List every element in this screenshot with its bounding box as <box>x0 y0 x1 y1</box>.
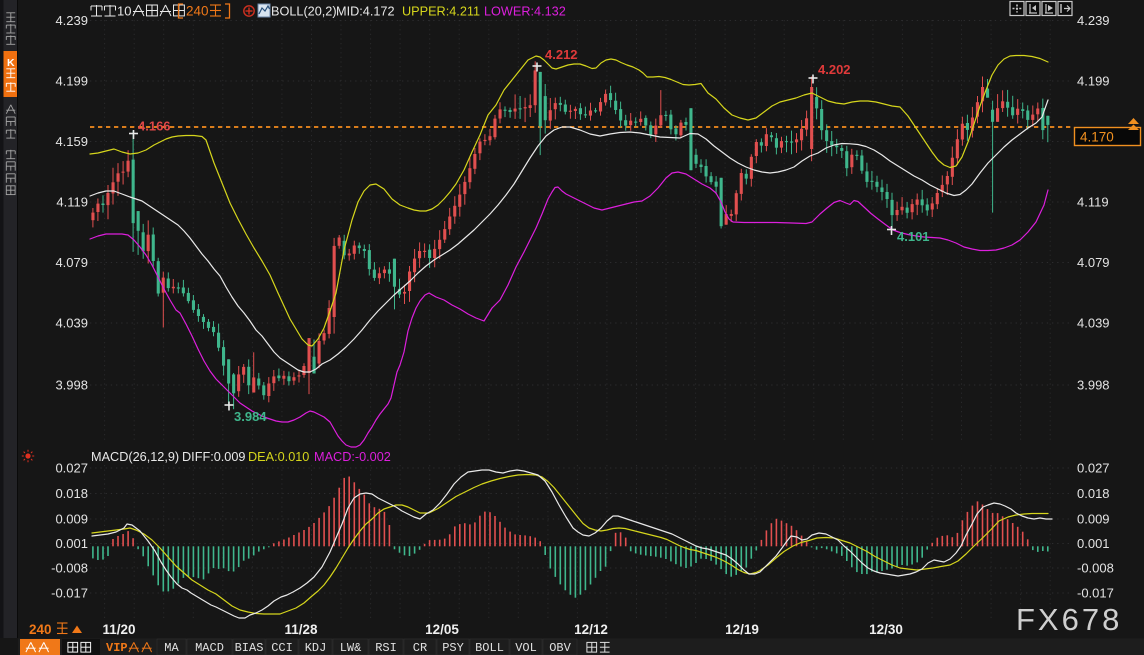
svg-text:3.998: 3.998 <box>1077 378 1110 393</box>
svg-text:11/20: 11/20 <box>102 622 135 637</box>
svg-text:UPPER:4.211: UPPER:4.211 <box>402 5 480 19</box>
svg-text:0.018: 0.018 <box>55 486 88 501</box>
svg-text:MACD: MACD <box>195 641 224 655</box>
svg-text:12/05: 12/05 <box>425 622 459 637</box>
svg-text:K: K <box>7 57 15 69</box>
svg-text:4.079: 4.079 <box>55 255 88 270</box>
svg-text:OBV: OBV <box>549 641 571 655</box>
svg-text:11/28: 11/28 <box>284 622 318 637</box>
svg-text:0.018: 0.018 <box>1077 486 1110 501</box>
svg-text:4.159: 4.159 <box>55 134 88 149</box>
svg-text:4.239: 4.239 <box>1077 13 1110 28</box>
svg-text:4.199: 4.199 <box>1077 74 1110 89</box>
svg-text:4.239: 4.239 <box>55 13 88 28</box>
svg-text:FX678: FX678 <box>1016 602 1122 637</box>
svg-text:BIAS: BIAS <box>235 641 264 655</box>
svg-text:PSY: PSY <box>442 641 464 655</box>
svg-text:4.119: 4.119 <box>1077 195 1109 210</box>
svg-text:3.998: 3.998 <box>55 378 88 393</box>
svg-text:0.001: 0.001 <box>1077 536 1110 551</box>
svg-text:LW&: LW& <box>340 641 362 655</box>
svg-text:CR: CR <box>413 641 427 655</box>
svg-text:0.027: 0.027 <box>55 461 88 476</box>
svg-text:-0.017: -0.017 <box>51 586 88 601</box>
svg-text:KDJ: KDJ <box>305 641 327 655</box>
svg-text:10: 10 <box>117 4 131 19</box>
svg-text:DIFF:0.009: DIFF:0.009 <box>182 450 245 464</box>
svg-text:VIP: VIP <box>106 641 128 655</box>
svg-text:4.199: 4.199 <box>55 74 88 89</box>
svg-text:240: 240 <box>29 622 52 637</box>
svg-text:BOLL: BOLL <box>475 641 504 655</box>
svg-text:12/19: 12/19 <box>725 622 759 637</box>
svg-text:240: 240 <box>186 4 209 19</box>
svg-text:LOWER:4.132: LOWER:4.132 <box>484 5 566 19</box>
svg-text:0.009: 0.009 <box>55 512 88 527</box>
svg-text:4.039: 4.039 <box>55 316 88 331</box>
svg-text:CCI: CCI <box>271 641 293 655</box>
svg-text:4.079: 4.079 <box>1077 255 1110 270</box>
svg-text:RSI: RSI <box>375 641 397 655</box>
svg-text:-0.017: -0.017 <box>1077 586 1114 601</box>
svg-text:12/30: 12/30 <box>869 622 903 637</box>
svg-text:VOL: VOL <box>515 641 537 655</box>
svg-text:MACD:-0.002: MACD:-0.002 <box>314 450 391 464</box>
svg-text:BOLL(20,2): BOLL(20,2) <box>271 5 337 19</box>
svg-text:0.001: 0.001 <box>55 536 88 551</box>
svg-text:4.170: 4.170 <box>1080 130 1114 145</box>
svg-text:12/12: 12/12 <box>574 622 608 637</box>
svg-text:4.039: 4.039 <box>1077 316 1110 331</box>
svg-text:-0.008: -0.008 <box>1077 561 1114 576</box>
svg-text:-0.008: -0.008 <box>51 561 88 576</box>
svg-text:MID:4.172: MID:4.172 <box>336 5 395 19</box>
svg-text:DEA:0.010: DEA:0.010 <box>248 450 309 464</box>
svg-text:0.027: 0.027 <box>1077 461 1110 476</box>
svg-text:MACD(26,12,9): MACD(26,12,9) <box>91 450 179 464</box>
svg-text:MA: MA <box>164 641 179 655</box>
svg-text:0.009: 0.009 <box>1077 512 1110 527</box>
svg-text:4.119: 4.119 <box>56 195 88 210</box>
